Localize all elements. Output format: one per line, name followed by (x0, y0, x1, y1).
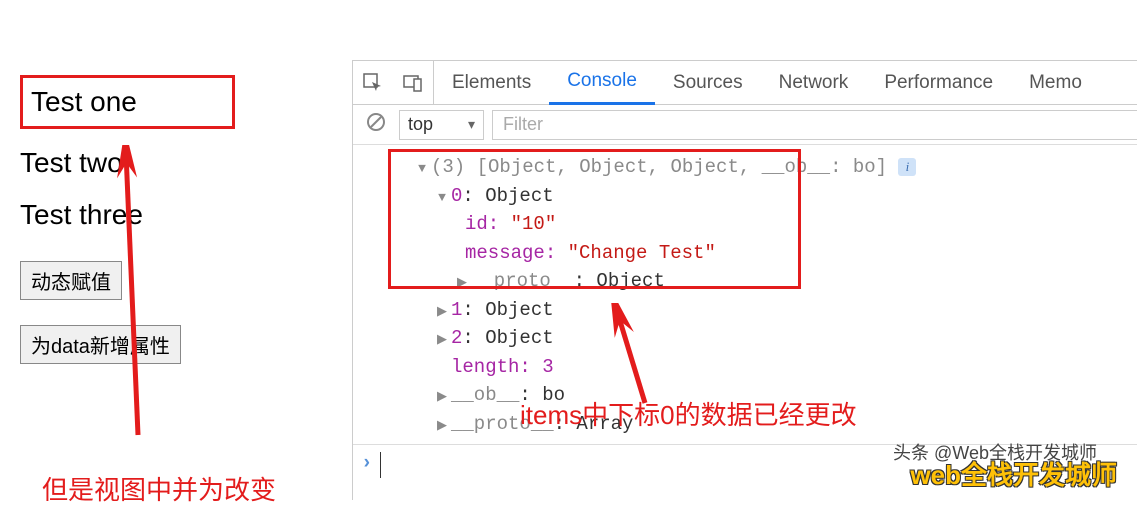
page-preview: Test one Test two Test three 动态赋值 为data新… (20, 75, 320, 389)
device-toggle-icon[interactable] (393, 61, 433, 105)
button-group: 动态赋值 为data新增属性 (20, 261, 320, 389)
filter-input[interactable]: Filter (492, 110, 1137, 140)
tab-sources[interactable]: Sources (655, 61, 761, 105)
tab-elements[interactable]: Elements (434, 61, 549, 105)
bottom-annotation: 但是视图中并为改变 (42, 470, 276, 507)
collapse-icon[interactable]: ▼ (413, 159, 431, 179)
arrow-annotation-1 (108, 145, 158, 445)
prop-key: message: (465, 242, 556, 264)
tab-network[interactable]: Network (761, 61, 867, 105)
inspect-icon[interactable] (353, 61, 393, 105)
context-value: top (408, 114, 433, 135)
context-selector[interactable]: top (399, 110, 484, 140)
expand-icon[interactable]: ▶ (433, 302, 451, 322)
assign-button[interactable]: 动态赋值 (20, 261, 122, 300)
array-summary: (3) [Object, Object, Object, __ob__: bo] (431, 156, 887, 178)
length-key: length: (451, 356, 531, 378)
length-value: 3 (542, 356, 553, 378)
proto-key: __proto__ (471, 270, 574, 292)
highlight-box: Test one (20, 75, 235, 129)
watermark-big: web全栈开发城师 (910, 455, 1117, 492)
test-item-2: Test two (20, 147, 320, 179)
devtools-header: Elements Console Sources Network Perform… (353, 61, 1137, 105)
tab-memory[interactable]: Memo (1011, 61, 1100, 105)
tab-performance[interactable]: Performance (866, 61, 1011, 105)
prop-value: "10" (511, 213, 557, 235)
clear-console-icon[interactable] (361, 112, 391, 138)
console-subbar: top Filter (353, 105, 1137, 145)
prop-key: id: (465, 213, 499, 235)
tab-console[interactable]: Console (549, 61, 655, 105)
devtools-tabs: Elements Console Sources Network Perform… (434, 61, 1100, 105)
proto-value: : Object (574, 270, 665, 292)
test-item-3: Test three (20, 199, 320, 231)
devtools-panel: Elements Console Sources Network Perform… (352, 60, 1137, 500)
arrow-annotation-2 (605, 303, 665, 413)
console-prompt-icon: › (353, 452, 372, 474)
expand-icon[interactable]: ▶ (433, 416, 451, 436)
console-input[interactable] (380, 452, 381, 478)
expand-icon[interactable]: ▶ (433, 330, 451, 350)
collapse-icon[interactable]: ▼ (433, 188, 451, 208)
prop-value: "Change Test" (568, 242, 716, 264)
expand-icon[interactable]: ▶ (453, 273, 471, 293)
ob-key: __ob__ (451, 384, 519, 406)
expand-icon[interactable]: ▶ (433, 387, 451, 407)
test-item-1: Test one (31, 86, 214, 118)
info-icon[interactable]: i (898, 158, 916, 176)
annotation-text: items中下标0的数据已经更改 (520, 395, 857, 432)
